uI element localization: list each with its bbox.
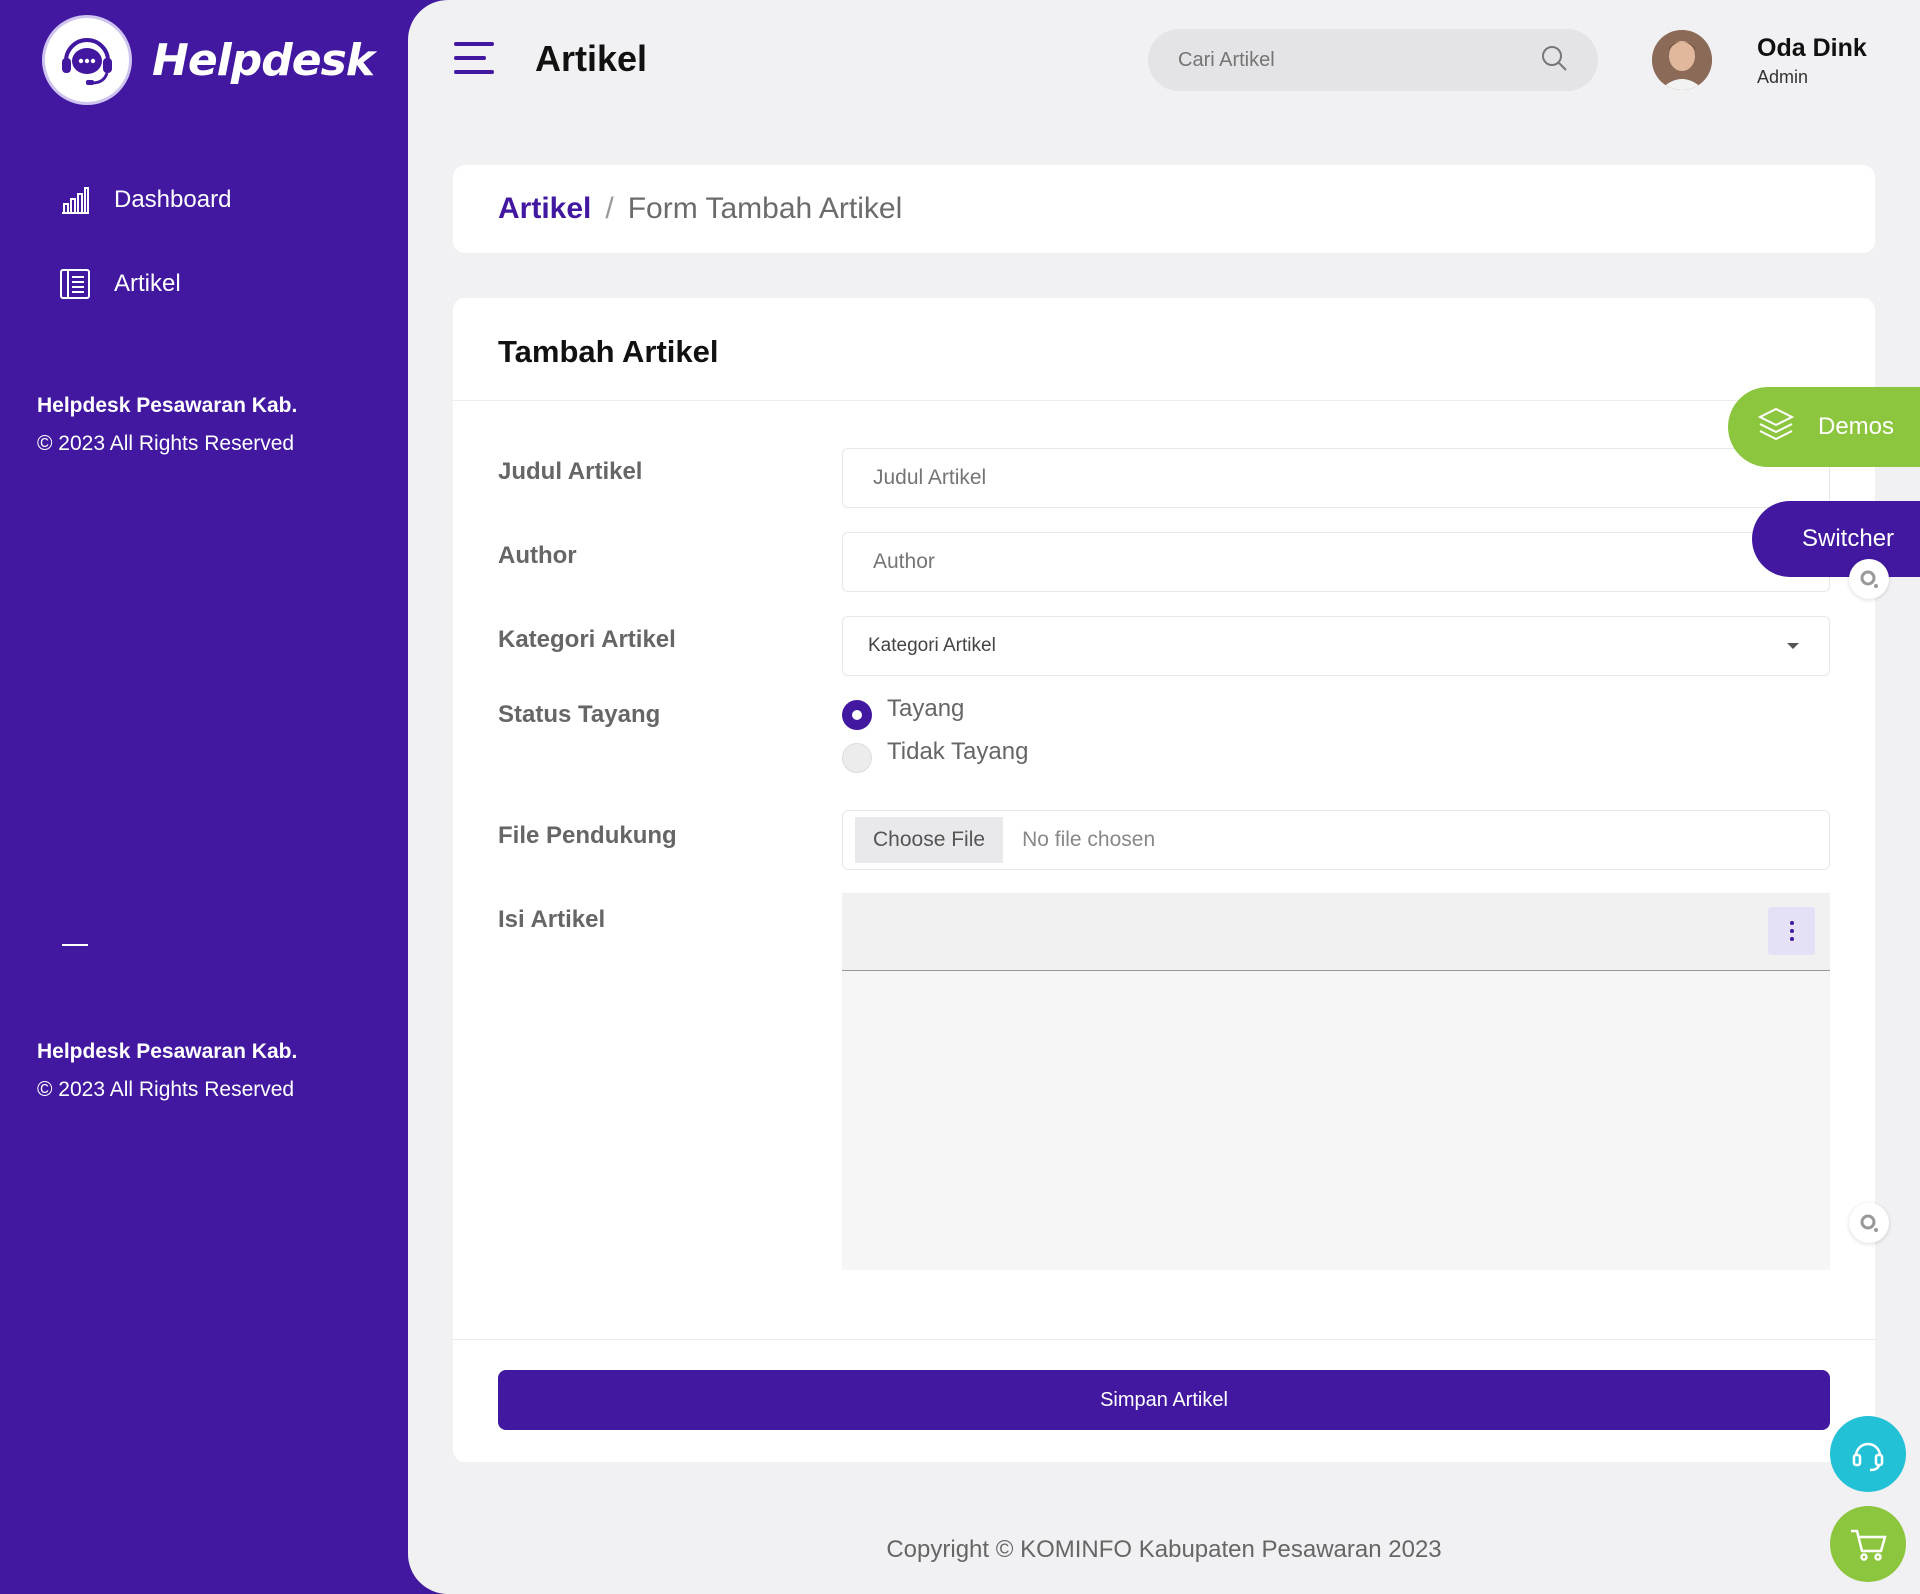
kategori-select[interactable]: Kategori Artikel xyxy=(842,616,1830,676)
layers-icon xyxy=(1756,404,1796,451)
isi-label: Isi Artikel xyxy=(498,906,606,933)
search-box xyxy=(1148,29,1598,91)
cart-icon[interactable] xyxy=(1830,1506,1906,1582)
support-headset-icon[interactable] xyxy=(1830,1416,1906,1492)
switcher-label: Switcher xyxy=(1802,525,1895,552)
main-panel: Artikel Oda Dink Admin Artikel / Form Ta… xyxy=(408,0,1920,1594)
status-option-tidak-tayang[interactable]: Tidak Tayang xyxy=(842,738,1028,773)
sidebar-footer: Helpdesk Pesawaran Kab. © 2023 All Right… xyxy=(37,387,297,463)
sidebar-footer-org: Helpdesk Pesawaran Kab. xyxy=(37,394,298,417)
sidebar-footer-duplicate: Helpdesk Pesawaran Kab. © 2023 All Right… xyxy=(37,1033,297,1109)
brand[interactable]: Helpdesk xyxy=(42,15,375,105)
file-label: File Pendukung xyxy=(498,822,677,849)
article-icon xyxy=(58,267,92,301)
sidebar-item-label: Dashboard xyxy=(114,186,232,213)
breadcrumb-parent-link[interactable]: Artikel xyxy=(498,192,591,226)
sidebar-item-dashboard[interactable]: Dashboard xyxy=(58,183,231,217)
breadcrumb-separator: / xyxy=(605,192,614,225)
status-label: Status Tayang xyxy=(498,701,661,728)
kategori-selected-value: Kategori Artikel xyxy=(868,635,996,656)
file-input: Choose File No file chosen xyxy=(842,810,1830,870)
file-status: No file chosen xyxy=(1022,828,1156,851)
status-option-label: Tayang xyxy=(887,695,965,722)
helpdesk-logo-icon xyxy=(42,15,132,105)
avatar[interactable] xyxy=(1652,30,1712,90)
sidebar-footer-rights: © 2023 All Rights Reserved xyxy=(37,432,295,455)
rich-text-editor[interactable] xyxy=(842,893,1830,1270)
save-article-button[interactable]: Simpan Artikel xyxy=(498,1370,1830,1430)
radio-checked[interactable] xyxy=(842,700,872,730)
search-icon[interactable] xyxy=(1540,44,1568,77)
more-vertical-icon[interactable] xyxy=(1768,907,1815,955)
sidebar-footer-org: Helpdesk Pesawaran Kab. xyxy=(37,1040,298,1063)
brand-name: Helpdesk xyxy=(152,34,375,86)
page-title: Artikel xyxy=(535,38,648,79)
radio-unchecked[interactable] xyxy=(842,743,872,773)
editor-toolbar xyxy=(842,893,1830,971)
sidebar-item-label: Artikel xyxy=(114,270,181,297)
user-name[interactable]: Oda Dink xyxy=(1757,34,1867,63)
judul-input[interactable] xyxy=(842,448,1830,508)
author-input[interactable] xyxy=(842,532,1830,592)
switcher-button[interactable]: Switcher xyxy=(1752,501,1920,577)
form-title: Tambah Artikel xyxy=(453,298,1875,401)
breadcrumb-current: Form Tambah Artikel xyxy=(627,192,903,225)
user-role: Admin xyxy=(1757,67,1809,87)
sidebar-item-artikel[interactable]: Artikel xyxy=(58,267,181,301)
settings-gear-icon[interactable] xyxy=(1849,559,1889,599)
article-form-card: Tambah Artikel Judul Artikel Author Kate… xyxy=(453,298,1875,1462)
bar-chart-icon xyxy=(58,183,92,217)
judul-label: Judul Artikel xyxy=(498,458,643,485)
breadcrumb: Artikel / Form Tambah Artikel xyxy=(453,165,1875,253)
chevron-down-icon xyxy=(1787,643,1799,649)
settings-gear-icon[interactable] xyxy=(1849,1203,1889,1243)
search-input[interactable] xyxy=(1178,48,1540,72)
sidebar-footer-rights: © 2023 All Rights Reserved xyxy=(37,1078,295,1101)
kategori-label: Kategori Artikel xyxy=(498,626,676,653)
page-copyright: Copyright © KOMINFO Kabupaten Pesawaran … xyxy=(886,1536,1442,1563)
author-label: Author xyxy=(498,542,577,569)
sidebar-divider xyxy=(62,944,88,946)
demos-label: Demos xyxy=(1818,413,1895,440)
choose-file-button[interactable]: Choose File xyxy=(855,817,1004,863)
menu-toggle-icon[interactable] xyxy=(454,42,494,74)
status-option-label: Tidak Tayang xyxy=(887,738,1029,765)
sidebar: Helpdesk Dashboard Artikel Helpdesk Pesa… xyxy=(0,0,420,1594)
status-option-tayang[interactable]: Tayang xyxy=(842,695,964,730)
demos-button[interactable]: Demos xyxy=(1728,387,1920,467)
